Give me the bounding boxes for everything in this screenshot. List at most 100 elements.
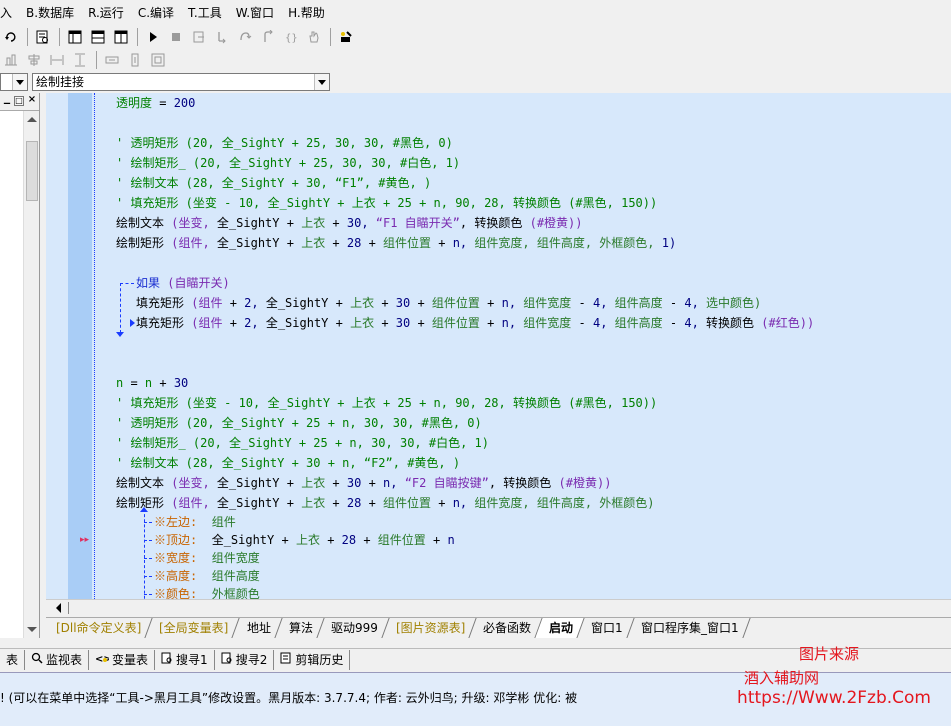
code-line[interactable]: ' 绘制矩形_ (20, 全_SightY + 25 + n, 30, 30, … xyxy=(116,433,489,453)
code-token: 组件高度 xyxy=(614,296,670,310)
toolbar-separator xyxy=(96,51,97,69)
code-token: ' 填充矩形 (坐变 - 10, 全_SightY + 上衣 + 25 + n,… xyxy=(116,396,658,410)
code-token: ' 绘制文本 (28, 全_SightY + 30, “F1”, #黄色, ) xyxy=(116,176,432,190)
code-token: + xyxy=(381,316,396,330)
tab-3[interactable]: 算法 xyxy=(275,618,325,638)
code-token: 如果 xyxy=(136,276,168,290)
tab-4[interactable]: 驱动999 xyxy=(317,618,390,638)
combo-dropdown-arrow[interactable] xyxy=(12,74,27,90)
code-line[interactable]: ' 填充矩形 (坐变 - 10, 全_SightY + 上衣 + 25 + n,… xyxy=(116,393,657,413)
code-token: 4, xyxy=(592,296,615,310)
output-tab-3[interactable]: 搜寻1 xyxy=(155,649,215,670)
code-token: “F2 自瞄按键” xyxy=(404,476,489,490)
hand-icon[interactable] xyxy=(303,27,325,47)
output-tab-label: 监视表 xyxy=(46,652,83,667)
find-icon[interactable] xyxy=(32,27,54,47)
code-token: (组件, xyxy=(171,496,217,510)
output-tab-0[interactable]: 表 xyxy=(0,649,26,670)
code-token: 组件位置 xyxy=(377,533,434,547)
code-line[interactable]: ' 绘制矩形_ (20, 全_SightY + 25, 30, 30, #白色,… xyxy=(116,153,460,173)
minimize-icon[interactable]: ▁ xyxy=(2,96,12,106)
param-line[interactable]: ※宽度: 组件宽度 xyxy=(154,549,260,567)
object-combo[interactable] xyxy=(0,73,28,91)
menu-item-3[interactable]: C.编译 xyxy=(130,0,180,26)
editor-hscrollbar[interactable] xyxy=(46,599,951,616)
code-token: + xyxy=(363,533,378,547)
tab-1[interactable]: [全局变量表] xyxy=(145,618,241,638)
menu-item-4[interactable]: T.工具 xyxy=(180,0,228,26)
redo-icon[interactable] xyxy=(0,27,22,47)
param-line[interactable]: ※左边: 组件 xyxy=(154,513,236,531)
code-line[interactable]: 绘制文本 (坐变, 全_SightY + 上衣 + 30 + n, “F2 自瞄… xyxy=(116,473,611,493)
run-to-cursor-icon[interactable]: {} xyxy=(280,27,302,47)
scroll-up-icon[interactable] xyxy=(27,117,37,122)
layout-split-icon[interactable] xyxy=(64,27,86,47)
restore-icon[interactable]: □ xyxy=(14,96,24,106)
code-line[interactable]: ' 透明矩形 (20, 全_SightY + 25, 30, 30, #黑色, … xyxy=(116,133,453,153)
code-line[interactable]: ' 填充矩形 (坐变 - 10, 全_SightY + 上衣 + 25 + n,… xyxy=(116,193,657,213)
code-line[interactable]: 绘制矩形 (组件, 全_SightY + 上衣 + 28 + 组件位置 + n,… xyxy=(116,493,655,513)
step-icon[interactable] xyxy=(188,27,210,47)
tab-5[interactable]: [图片资源表] xyxy=(381,618,477,638)
code-line[interactable]: 填充矩形 (组件 + 2, 全_SightY + 上衣 + 30 + 组件位置 … xyxy=(136,313,814,333)
align-center-icon[interactable] xyxy=(23,50,45,70)
tab-0[interactable]: [Dll命令定义表] xyxy=(42,618,153,638)
stop-icon[interactable] xyxy=(165,27,187,47)
param-line[interactable]: ※顶边: 全_SightY + 上衣 + 28 + 组件位置 + n xyxy=(154,531,455,549)
tab-9[interactable]: 窗口程序集_窗口1 xyxy=(627,618,750,638)
step-over-icon[interactable] xyxy=(234,27,256,47)
code-token: 4, xyxy=(684,316,707,330)
menu-item-5[interactable]: W.窗口 xyxy=(228,0,280,26)
tab-8[interactable]: 窗口1 xyxy=(577,618,635,638)
run-icon[interactable] xyxy=(142,27,164,47)
code-area[interactable]: 透明度 = 200 ' 透明矩形 (20, 全_SightY + 25, 30, … xyxy=(92,93,951,599)
layout-horizontal-icon[interactable] xyxy=(87,27,109,47)
menu-item-1[interactable]: B.数据库 xyxy=(18,0,80,26)
code-line[interactable]: ' 绘制文本 (28, 全_SightY + 30 + n, “F2”, #黄色… xyxy=(116,453,460,473)
code-token: 组件位置 xyxy=(431,316,488,330)
tab-6[interactable]: 必备函数 xyxy=(469,618,543,638)
code-line[interactable]: ' 透明矩形 (20, 全_SightY + 25 + n, 30, 30, #… xyxy=(116,413,482,433)
menu-item-2[interactable]: R.运行 xyxy=(80,0,130,26)
center-in-form-icon[interactable] xyxy=(147,50,169,70)
scroll-left-icon[interactable] xyxy=(56,603,61,613)
param-line[interactable]: ※颜色: 外框颜色 xyxy=(154,585,260,599)
code-line[interactable]: 绘制文本 (坐变, 全_SightY + 上衣 + 30, “F1 自瞄开关”,… xyxy=(116,213,583,233)
output-tab-1[interactable]: 监视表 xyxy=(25,649,90,670)
code-line[interactable]: 填充矩形 (组件 + 2, 全_SightY + 上衣 + 30 + 组件位置 … xyxy=(136,293,761,313)
param-line[interactable]: ※高度: 组件高度 xyxy=(154,567,260,585)
output-tab-5[interactable]: 剪辑历史 xyxy=(274,649,351,670)
scroll-down-icon[interactable] xyxy=(27,627,37,632)
code-line[interactable]: 如果 (自瞄开关) xyxy=(136,273,230,293)
step-out-icon[interactable] xyxy=(257,27,279,47)
step-into-icon[interactable] xyxy=(211,27,233,47)
code-token: + xyxy=(332,496,347,510)
menu-item-6[interactable]: H.帮助 xyxy=(280,0,331,26)
same-height-icon[interactable] xyxy=(69,50,91,70)
combo-dropdown-arrow[interactable] xyxy=(314,74,329,90)
main-toolbar: {} xyxy=(0,26,951,48)
code-line[interactable]: n = n + 30 xyxy=(116,373,188,393)
layout-columns-icon[interactable] xyxy=(110,27,132,47)
align-bottom-icon[interactable] xyxy=(0,50,22,70)
code-token: 外框颜色 xyxy=(211,587,260,599)
code-line[interactable]: 透明度 = 200 xyxy=(116,93,195,113)
tools-icon[interactable] xyxy=(335,27,357,47)
tab-2[interactable]: 地址 xyxy=(233,618,283,638)
output-tab-2[interactable]: <>变量表 xyxy=(89,649,156,670)
space-horizontal-icon[interactable] xyxy=(101,50,123,70)
code-line[interactable]: 绘制矩形 (组件, 全_SightY + 上衣 + 28 + 组件位置 + n,… xyxy=(116,233,676,253)
code-token: n, xyxy=(383,476,405,490)
output-tab-4[interactable]: 搜寻2 xyxy=(215,649,275,670)
code-line[interactable]: ' 绘制文本 (28, 全_SightY + 30, “F1”, #黄色, ) xyxy=(116,173,431,193)
menu-item-0[interactable]: 入 xyxy=(0,0,18,26)
close-icon[interactable]: × xyxy=(27,95,37,106)
method-combo[interactable]: 绘制挂接 xyxy=(32,73,330,91)
scroll-thumb[interactable] xyxy=(26,141,38,201)
code-token: ' 透明矩形 (20, 全_SightY + 25, 30, 30, #黑色, … xyxy=(116,136,453,150)
space-vertical-icon[interactable] xyxy=(124,50,146,70)
code-token: - xyxy=(578,296,593,310)
same-width-icon[interactable] xyxy=(46,50,68,70)
left-panel-scrollbar[interactable] xyxy=(23,111,39,638)
code-editor[interactable]: 透明度 = 200 ' 透明矩形 (20, 全_SightY + 25, 30, … xyxy=(46,93,951,599)
